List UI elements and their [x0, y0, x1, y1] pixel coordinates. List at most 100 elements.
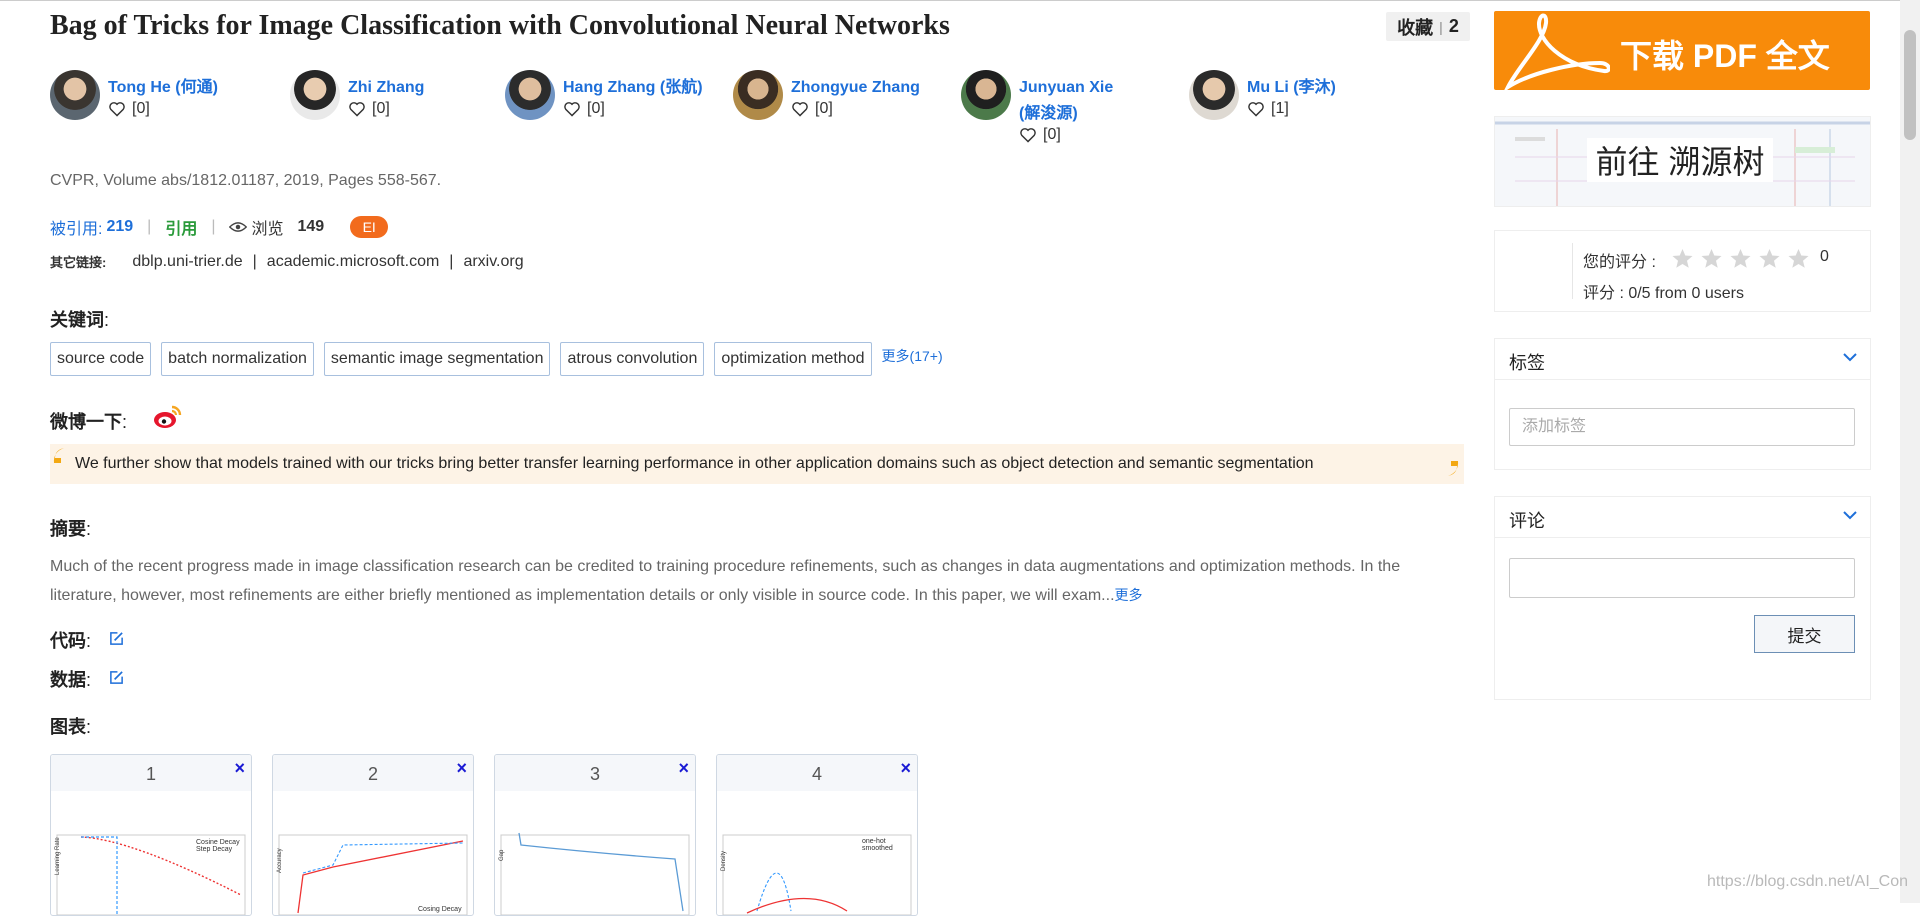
- like-button[interactable]: [0]: [563, 100, 605, 118]
- figure-card[interactable]: 3 × Gap: [494, 754, 696, 916]
- weibo-label: 微博一下: [50, 412, 122, 432]
- figure-remove-button[interactable]: ×: [456, 758, 467, 779]
- stats-bar: 被引用: 219 | 引用 | 浏览 149 EI: [50, 215, 389, 239]
- figure-card[interactable]: 1 × Cosine Decay Step Decay Learning Rat…: [50, 754, 252, 916]
- scrollbar-thumb[interactable]: [1904, 30, 1916, 140]
- keyword-tag[interactable]: atrous convolution: [560, 342, 705, 376]
- avatar[interactable]: [505, 70, 555, 120]
- star-icon[interactable]: [1700, 248, 1723, 269]
- data-label: 数据: [50, 670, 86, 690]
- figure-legend: smoothed: [862, 845, 893, 852]
- keyword-tag[interactable]: batch normalization: [161, 342, 314, 376]
- submit-comment-button[interactable]: 提交: [1754, 615, 1855, 653]
- keyword-tag[interactable]: source code: [50, 342, 152, 376]
- author-card: Tong He (何通) [0]: [50, 70, 270, 160]
- avatar[interactable]: [290, 70, 340, 120]
- keywords-more-link[interactable]: 更多(17+): [882, 342, 943, 366]
- figure-remove-button[interactable]: ×: [900, 758, 911, 779]
- star-icon[interactable]: [1758, 248, 1781, 269]
- figure-card[interactable]: 4 × one-hot smoothed Density: [716, 754, 918, 916]
- keyword-tag[interactable]: semantic image segmentation: [323, 342, 551, 376]
- figure-legend: Cosing Decay: [418, 906, 462, 913]
- keyword-tag[interactable]: optimization method: [714, 342, 872, 376]
- link-arxiv[interactable]: arxiv.org: [463, 253, 523, 271]
- figure-axis-label: Accuracy: [277, 848, 283, 873]
- figure-remove-button[interactable]: ×: [678, 758, 689, 779]
- download-pdf-button[interactable]: 下载 PDF 全文: [1494, 11, 1870, 90]
- like-button[interactable]: [0]: [348, 100, 390, 118]
- figure-card[interactable]: 2 × Cosing Decay Accuracy: [272, 754, 474, 916]
- author-name[interactable]: Tong He (何通): [108, 75, 258, 101]
- like-count: [0]: [587, 100, 605, 117]
- colon: :: [104, 310, 110, 330]
- colon: :: [86, 670, 92, 690]
- author-name[interactable]: Zhi Zhang: [348, 75, 498, 101]
- author-name[interactable]: Junyuan Xie (解浚源): [1019, 75, 1129, 127]
- figure-legend: one-hot: [862, 838, 886, 845]
- avatar[interactable]: [1189, 70, 1239, 120]
- chevron-down-icon[interactable]: [1842, 509, 1858, 521]
- heart-icon: [564, 102, 580, 117]
- collect-button[interactable]: 收藏 | 2: [1386, 12, 1470, 41]
- citation-tree-button[interactable]: 前往 溯源树: [1494, 116, 1871, 207]
- figure-legend: Step Decay: [196, 846, 233, 853]
- views-label: 浏览: [251, 221, 284, 238]
- author-card: Mu Li (李沐) [1]: [1189, 70, 1409, 160]
- author-name[interactable]: Zhongyue Zhang: [791, 75, 941, 101]
- star-icon[interactable]: [1787, 248, 1810, 269]
- comment-input[interactable]: [1509, 558, 1855, 598]
- add-tag-input[interactable]: [1509, 408, 1855, 446]
- edit-data-icon[interactable]: [109, 670, 124, 685]
- figure-number: 2: [367, 764, 378, 784]
- author-name[interactable]: Mu Li (李沐): [1247, 75, 1397, 101]
- quote-open-icon: [53, 448, 64, 463]
- like-count: [0]: [1043, 126, 1061, 143]
- tags-panel-header[interactable]: 标签: [1495, 339, 1870, 380]
- cited-by-count[interactable]: 219: [106, 218, 133, 236]
- collect-label: 收藏: [1397, 17, 1434, 38]
- code-label: 代码: [50, 631, 86, 651]
- weibo-quote: We further show that models trained with…: [50, 444, 1464, 484]
- colon: :: [86, 631, 92, 651]
- avatar[interactable]: [733, 70, 783, 120]
- keywords-heading: 关键词:: [50, 306, 109, 332]
- views-count: 149: [297, 218, 325, 235]
- figure-remove-button[interactable]: ×: [234, 758, 245, 779]
- like-button[interactable]: [0]: [791, 100, 833, 118]
- ei-badge: EI: [350, 216, 389, 238]
- link-separator: |: [252, 252, 257, 270]
- figure-thumbnail: Cosine Decay Step Decay Learning Rate: [55, 834, 246, 915]
- data-heading: 数据:: [50, 666, 91, 692]
- weibo-heading: 微博一下:: [50, 408, 127, 434]
- venue-info: CVPR, Volume abs/1812.01187, 2019, Pages…: [50, 172, 442, 189]
- star-icon[interactable]: [1671, 248, 1694, 269]
- edit-code-icon[interactable]: [109, 631, 124, 646]
- weibo-share-icon[interactable]: [153, 404, 183, 430]
- like-button[interactable]: [0]: [1019, 126, 1061, 144]
- link-dblp[interactable]: dblp.uni-trier.de: [132, 253, 242, 271]
- figure-legend: Cosine Decay: [196, 839, 240, 846]
- like-button[interactable]: [1]: [1247, 100, 1289, 118]
- author-card: Zhi Zhang [0]: [290, 70, 510, 160]
- cite-button[interactable]: 引用: [165, 215, 197, 239]
- avatar[interactable]: [961, 70, 1011, 120]
- avatar[interactable]: [50, 70, 100, 120]
- star-icon[interactable]: [1729, 248, 1752, 269]
- rating-panel: 您的评分 : 0 评分 : 0/5 from 0 users: [1494, 230, 1871, 312]
- comments-panel-title: 评论: [1509, 511, 1545, 531]
- chevron-down-icon[interactable]: [1842, 351, 1858, 363]
- cited-by-label[interactable]: 被引用:: [50, 215, 102, 239]
- author-list: Tong He (何通) [0] Zhi Zhang [0] Hang Zhan…: [50, 70, 1470, 160]
- comments-panel-header[interactable]: 评论: [1495, 497, 1870, 538]
- like-button[interactable]: [0]: [108, 100, 150, 118]
- paper-main: Bag of Tricks for Image Classification w…: [50, 0, 1470, 916]
- code-heading: 代码:: [50, 627, 91, 653]
- figure-thumbnail: Cosing Decay Accuracy: [277, 834, 468, 915]
- heart-icon: [792, 102, 808, 117]
- link-academic-microsoft[interactable]: academic.microsoft.com: [267, 253, 440, 271]
- abstract-more-link[interactable]: 更多: [1115, 587, 1143, 603]
- author-name[interactable]: Hang Zhang (张航): [563, 75, 713, 101]
- figure-number: 4: [811, 764, 822, 784]
- figures-label: 图表: [50, 717, 86, 737]
- page-scrollbar[interactable]: [1900, 0, 1920, 903]
